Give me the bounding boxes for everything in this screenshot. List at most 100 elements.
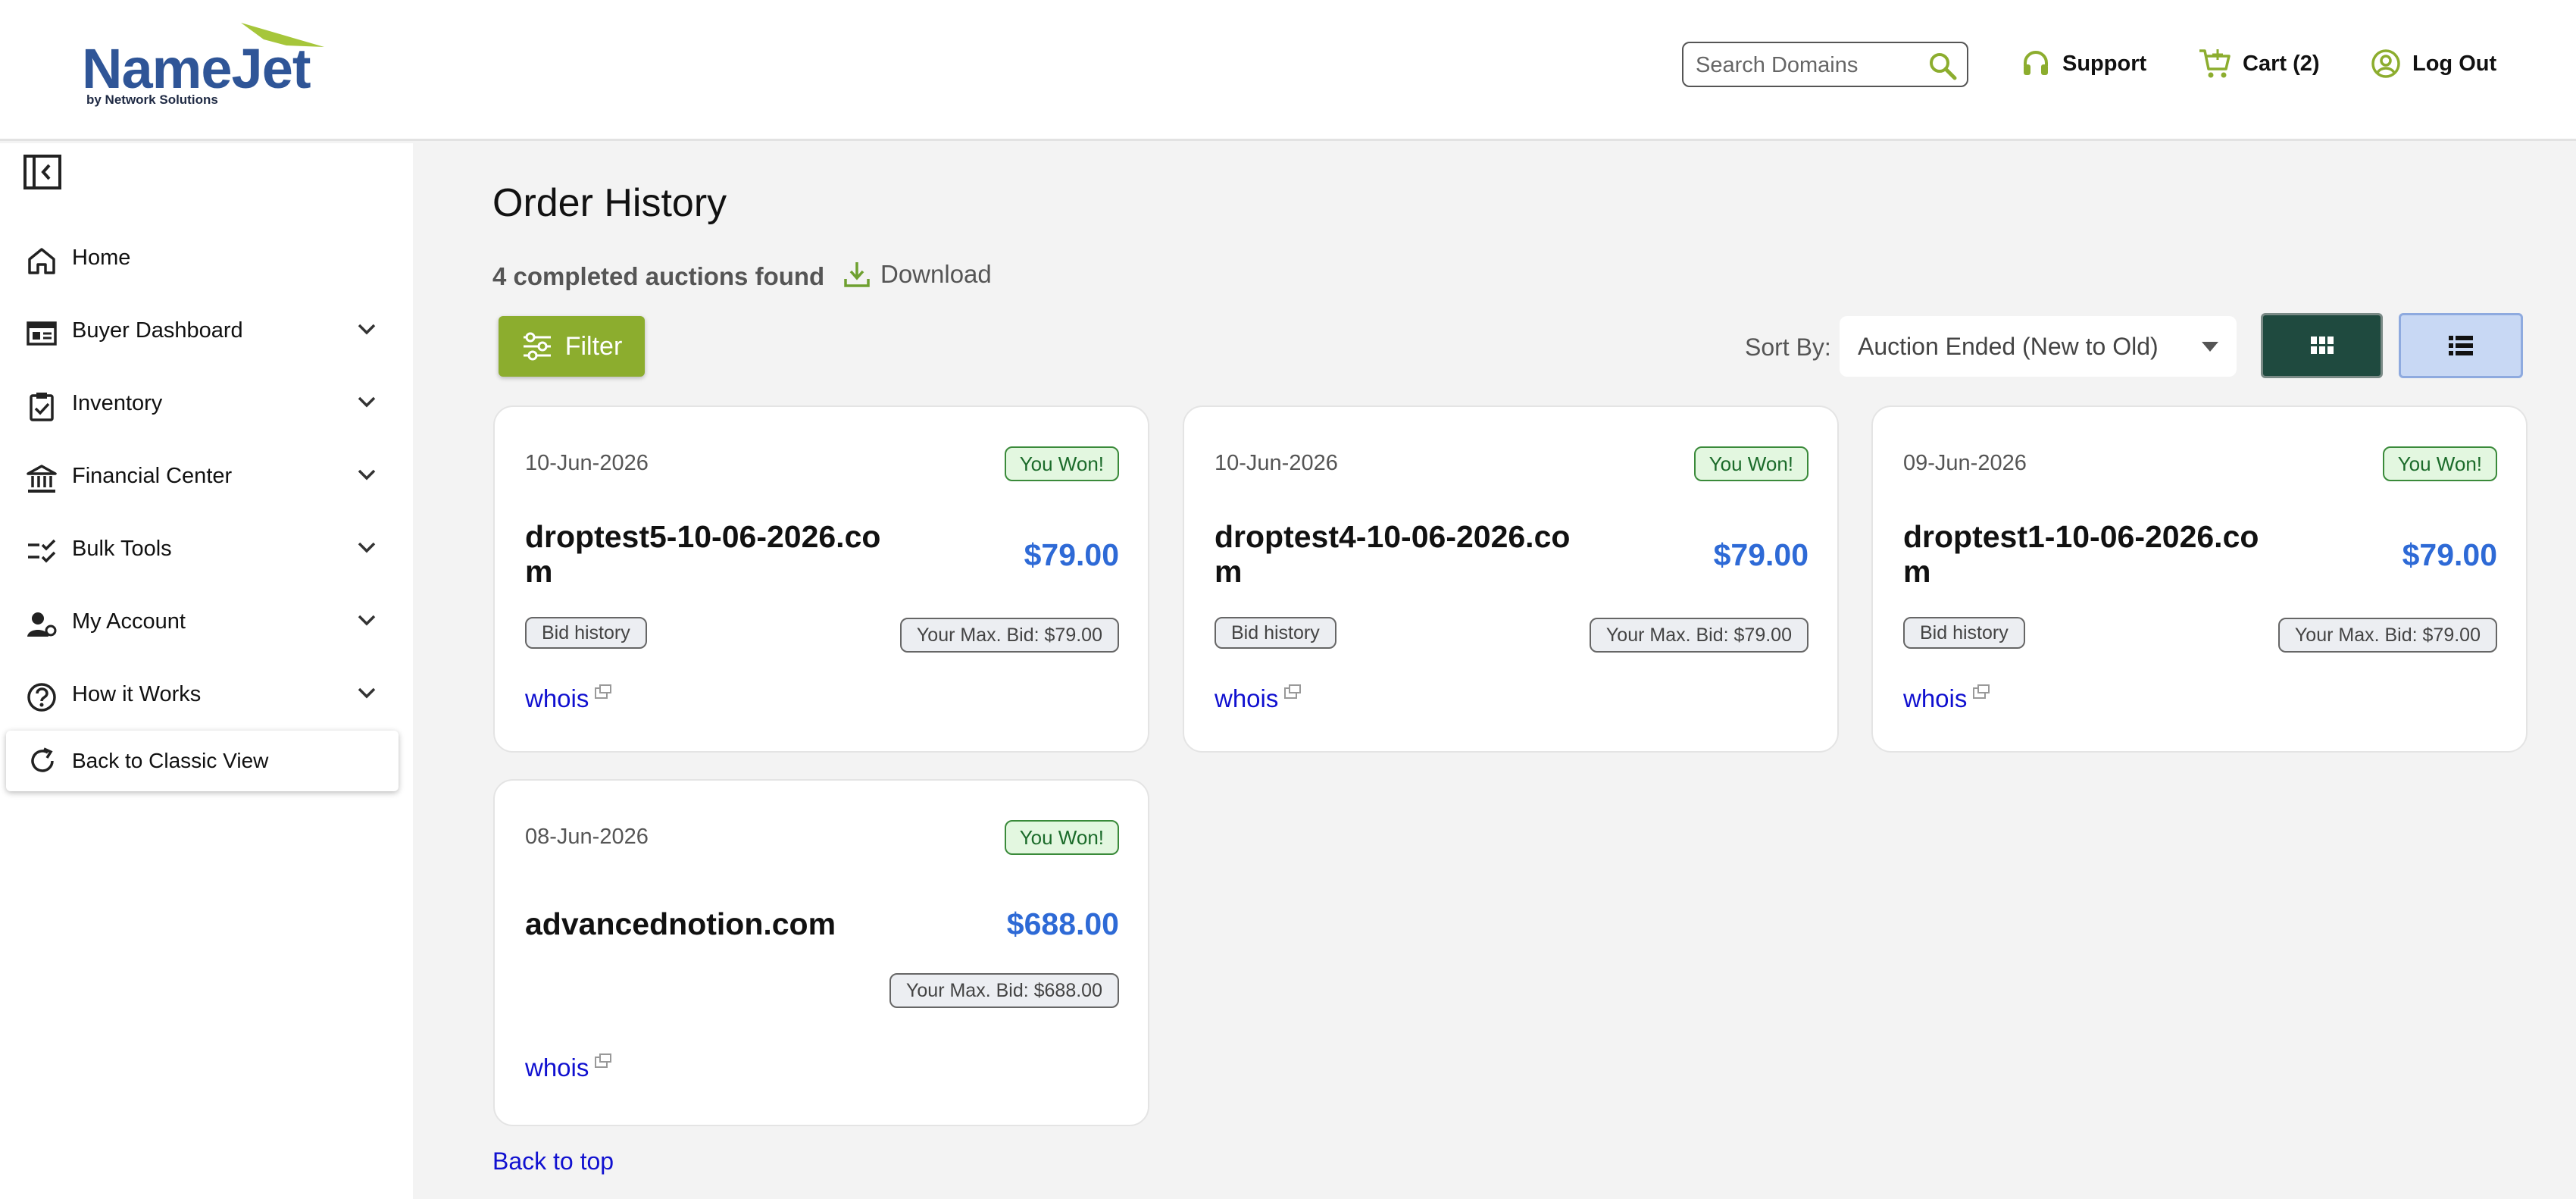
bid-history-button[interactable]: Bid history	[1215, 617, 1336, 649]
sidebar-item-bulk-tools[interactable]: Bulk Tools	[0, 522, 413, 575]
sidebar-item-financial-center[interactable]: Financial Center	[0, 449, 413, 502]
logo-text: NameJet	[82, 37, 311, 100]
max-bid-badge: Your Max. Bid: $79.00	[2277, 618, 2497, 653]
filter-label: Filter	[564, 331, 623, 361]
results-count: 4 completed auctions found	[492, 262, 825, 290]
chevron-down-icon	[358, 324, 376, 335]
external-link-icon	[595, 684, 612, 699]
download-link[interactable]: Download	[843, 259, 992, 290]
list-view-button[interactable]	[2399, 313, 2523, 378]
chevron-down-icon	[358, 615, 376, 626]
download-label: Download	[880, 260, 992, 288]
max-bid-badge: Your Max. Bid: $79.00	[1589, 618, 1809, 653]
clipboard-icon	[30, 393, 54, 421]
whois-link[interactable]: whois	[525, 684, 612, 713]
status-badge: You Won!	[1004, 820, 1119, 855]
sidebar-label-how-it-works: How it Works	[72, 681, 202, 706]
sort-label: Sort By:	[1745, 333, 1831, 361]
whois-link[interactable]: whois	[1215, 684, 1302, 713]
winning-price: $79.00	[2402, 537, 2497, 572]
domain-name: droptest4-10-06-2026.com	[1215, 519, 1571, 589]
whois-link[interactable]: whois	[525, 1053, 612, 1082]
cart-icon	[2199, 49, 2231, 78]
whois-label: whois	[525, 1053, 589, 1082]
sidebar-label-bulk-tools: Bulk Tools	[72, 536, 172, 561]
headset-icon	[2024, 51, 2048, 75]
list-icon	[2449, 336, 2473, 355]
top-header: NameJet by Network Solutions Support Car…	[0, 0, 2576, 141]
whois-label: whois	[1215, 684, 1279, 712]
sidebar-item-my-account[interactable]: My Account	[0, 595, 413, 648]
caret-down-icon	[2202, 342, 2218, 352]
auction-card: 09-Jun-2026 You Won! droptest1-10-06-202…	[1871, 405, 2528, 753]
filter-button[interactable]: Filter	[499, 316, 645, 377]
sidebar-item-home[interactable]: Home	[0, 231, 413, 284]
sort-select[interactable]: Auction Ended (New to Old)	[1840, 316, 2237, 377]
auction-date: 08-Jun-2026	[525, 825, 649, 849]
cart-link[interactable]: Cart (2)	[2197, 47, 2320, 80]
whois-link[interactable]: whois	[1903, 684, 1990, 713]
chevron-down-icon	[358, 469, 376, 481]
download-icon	[844, 262, 870, 287]
support-link[interactable]: Support	[2020, 47, 2146, 80]
status-badge: You Won!	[1004, 446, 1119, 481]
domain-name: droptest1-10-06-2026.com	[1903, 519, 2259, 589]
help-icon	[27, 683, 56, 712]
chevron-down-icon	[358, 396, 376, 408]
checklist-icon	[28, 539, 56, 563]
dashboard-icon	[27, 321, 57, 346]
sort-value: Auction Ended (New to Old)	[1858, 333, 2159, 360]
sliders-icon	[523, 332, 551, 361]
domain-name: droptest5-10-06-2026.com	[525, 519, 881, 589]
cart-label: Cart (2)	[2243, 51, 2320, 76]
whois-label: whois	[1903, 684, 1968, 712]
sidebar-label-home: Home	[72, 245, 131, 270]
auction-date: 09-Jun-2026	[1903, 451, 2027, 475]
chevron-down-icon	[358, 687, 376, 699]
search-icon[interactable]	[1927, 51, 1958, 81]
whois-label: whois	[525, 684, 589, 712]
auction-card: 10-Jun-2026 You Won! droptest4-10-06-202…	[1183, 405, 1839, 753]
winning-price: $79.00	[1024, 537, 1119, 572]
grid-view-button[interactable]	[2261, 313, 2383, 378]
classic-view-label: Back to Classic View	[72, 749, 269, 772]
external-link-icon	[1973, 684, 1990, 699]
auction-card: 10-Jun-2026 You Won! droptest5-10-06-202…	[493, 405, 1149, 753]
sidebar-label-inventory: Inventory	[72, 390, 163, 415]
sidebar-label-my-account: My Account	[72, 609, 186, 634]
logout-link[interactable]: Log Out	[2370, 47, 2496, 80]
namejet-logo[interactable]: NameJet by Network Solutions	[82, 17, 347, 115]
search-box	[1682, 42, 1968, 87]
auction-card: 08-Jun-2026 You Won! advancednotion.com …	[493, 779, 1149, 1126]
winning-price: $688.00	[1006, 906, 1119, 941]
bank-icon	[27, 465, 57, 493]
collapse-sidebar-icon[interactable]	[23, 154, 62, 190]
home-icon	[28, 248, 55, 274]
auction-date: 10-Jun-2026	[525, 451, 649, 475]
support-label: Support	[2062, 51, 2147, 76]
auction-date: 10-Jun-2026	[1215, 451, 1338, 475]
bid-history-button[interactable]: Bid history	[1903, 617, 2025, 649]
sidebar-label-financial-center: Financial Center	[72, 463, 233, 488]
external-link-icon	[595, 1053, 612, 1068]
chevron-down-icon	[358, 542, 376, 553]
logout-label: Log Out	[2412, 51, 2497, 76]
bid-history-button[interactable]: Bid history	[525, 617, 647, 649]
grid-icon	[2310, 337, 2334, 354]
domain-name: advancednotion.com	[525, 906, 836, 941]
max-bid-badge: Your Max. Bid: $79.00	[899, 618, 1119, 653]
back-to-classic-view-button[interactable]: Back to Classic View	[6, 731, 399, 791]
sidebar-item-buyer-dashboard[interactable]: Buyer Dashboard	[0, 304, 413, 357]
status-badge: You Won!	[2382, 446, 2497, 481]
sidebar-item-how-it-works[interactable]: How it Works	[0, 668, 413, 721]
back-to-top-link[interactable]: Back to top	[492, 1147, 614, 1176]
status-badge: You Won!	[1693, 446, 1809, 481]
page-title: Order History	[492, 181, 727, 225]
refresh-icon	[31, 747, 54, 772]
external-link-icon	[1284, 684, 1302, 699]
sidebar: Home Buyer Dashboard Inventory Financial…	[0, 143, 413, 1199]
max-bid-badge: Your Max. Bid: $688.00	[889, 973, 1119, 1008]
search-input[interactable]	[1696, 52, 1923, 78]
sidebar-item-inventory[interactable]: Inventory	[0, 377, 413, 430]
winning-price: $79.00	[1713, 537, 1809, 572]
